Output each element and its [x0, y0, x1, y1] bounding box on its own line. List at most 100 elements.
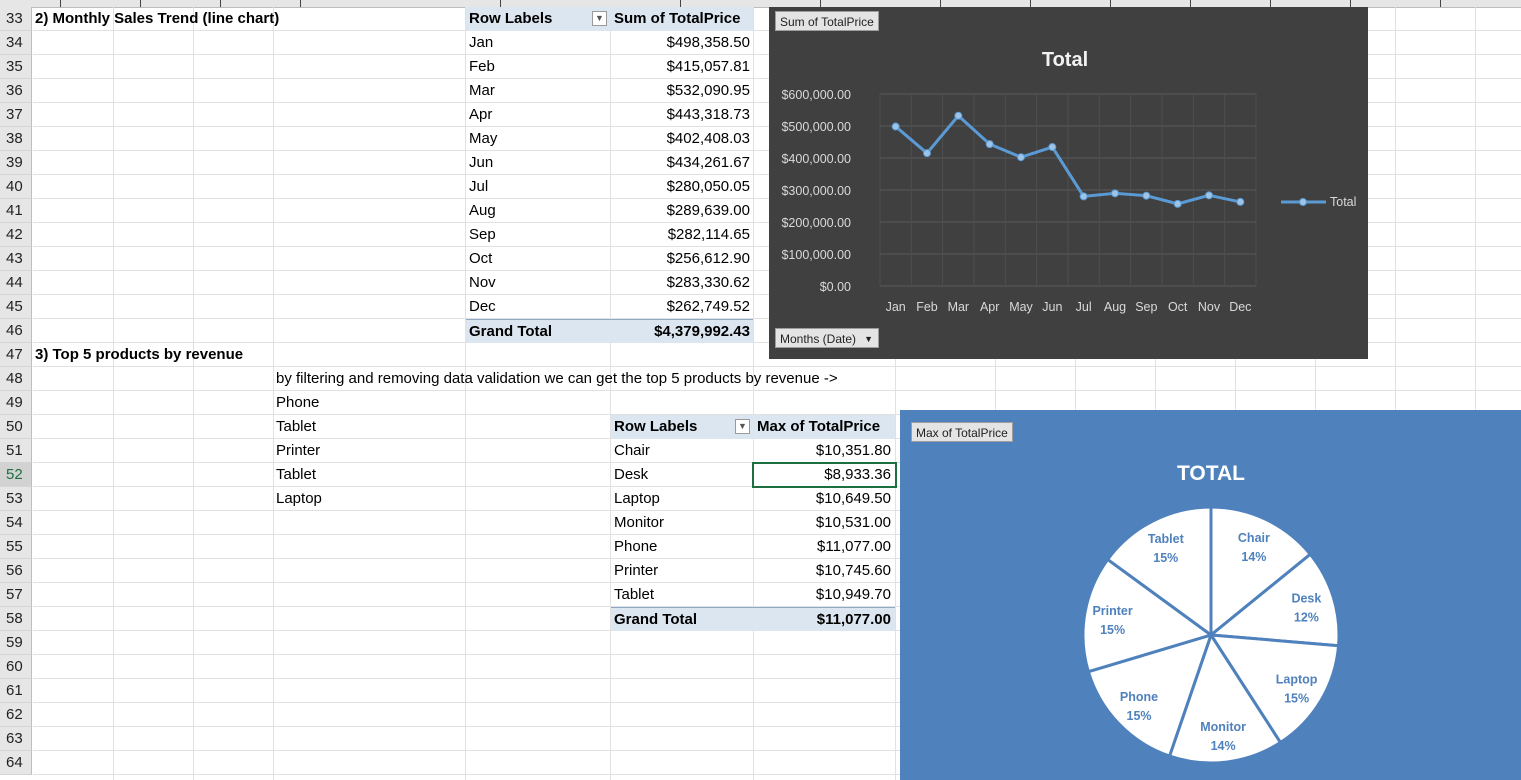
data-point[interactable]	[1236, 197, 1245, 206]
pivot2-row-label[interactable]: Desk	[611, 463, 754, 487]
data-point[interactable]	[923, 149, 931, 158]
x-tick-label: Aug	[1104, 300, 1126, 314]
pivot1-filter-button[interactable]: ▼	[592, 11, 607, 26]
pivot1-row-value[interactable]: $289,639.00	[611, 199, 753, 223]
pivot1-row-value[interactable]: $443,318.73	[611, 103, 753, 127]
pivot1-row-labels-header[interactable]: Row Labels	[466, 7, 611, 31]
row-header[interactable]: 63	[0, 727, 32, 751]
row-header[interactable]: 49	[0, 391, 32, 415]
pivot1-row-label[interactable]: Sep	[466, 223, 611, 247]
pivot2-row-value[interactable]: $10,531.00	[754, 511, 895, 535]
row-header[interactable]: 44	[0, 271, 32, 295]
row-header[interactable]: 48	[0, 367, 32, 391]
pivot2-row-value[interactable]: $11,077.00	[754, 535, 895, 559]
row-header[interactable]: 58	[0, 607, 32, 631]
data-point[interactable]	[1205, 191, 1213, 200]
pivot2-grand-total-value[interactable]: $11,077.00	[754, 607, 895, 631]
pivot1-row-label[interactable]: Jul	[466, 175, 611, 199]
pivot1-row-value[interactable]: $262,749.52	[611, 295, 753, 319]
row-header[interactable]: 50	[0, 415, 32, 439]
pivot1-row-label[interactable]: Jun	[466, 151, 611, 175]
row-header[interactable]: 42	[0, 223, 32, 247]
data-point[interactable]	[1048, 143, 1057, 152]
pivot2-row-label[interactable]: Tablet	[611, 583, 754, 607]
row-header[interactable]: 56	[0, 559, 32, 583]
data-point[interactable]	[985, 140, 994, 149]
pivot2-filter-button[interactable]: ▼	[735, 419, 750, 434]
pivot1-row-label[interactable]: Apr	[466, 103, 611, 127]
data-point[interactable]	[1142, 191, 1151, 200]
row-header[interactable]: 47	[0, 343, 32, 367]
pie-chart[interactable]: Max of TotalPrice TOTAL Chair 14% Desk 12% La…	[900, 410, 1521, 780]
pivot2-row-label[interactable]: Monitor	[611, 511, 754, 535]
pivot1-row-value[interactable]: $256,612.90	[611, 247, 753, 271]
pie-category-label: Chair	[1238, 531, 1270, 545]
pivot1-row-value[interactable]: $402,408.03	[611, 127, 753, 151]
row-header[interactable]: 45	[0, 295, 32, 319]
pivot1-grand-total-label[interactable]: Grand Total	[466, 319, 611, 343]
legend-label: Total	[1330, 195, 1356, 209]
pivot1-row-value[interactable]: $280,050.05	[611, 175, 753, 199]
data-point[interactable]	[1173, 199, 1182, 208]
row-header[interactable]: 35	[0, 55, 32, 79]
pivot1-row-label[interactable]: Jan	[466, 31, 611, 55]
pivot2-row-value[interactable]: $10,949.70	[754, 583, 895, 607]
data-point[interactable]	[954, 111, 963, 120]
data-point[interactable]	[1079, 192, 1088, 201]
row-header[interactable]: 34	[0, 31, 32, 55]
pivot2-row-value[interactable]: $10,649.50	[754, 487, 895, 511]
row-header[interactable]: 64	[0, 751, 32, 775]
row-header[interactable]: 54	[0, 511, 32, 535]
pivot2-value-header[interactable]: Max of TotalPrice	[754, 415, 895, 439]
pivot2-row-label[interactable]: Phone	[611, 535, 754, 559]
y-tick-label: $300,000.00	[781, 184, 851, 198]
row-header[interactable]: 52	[0, 463, 32, 487]
row-header[interactable]: 39	[0, 151, 32, 175]
row-header[interactable]: 59	[0, 631, 32, 655]
line-chart[interactable]: Sum of TotalPrice Months (Date) ▼ Total $…	[769, 7, 1368, 359]
pivot2-row-label[interactable]: Printer	[611, 559, 754, 583]
pivot2-row-label[interactable]: Chair	[611, 439, 754, 463]
active-cell-selection[interactable]	[752, 462, 897, 488]
row-header[interactable]: 40	[0, 175, 32, 199]
pivot1-row-value[interactable]: $415,057.81	[611, 55, 753, 79]
row-header[interactable]: 38	[0, 127, 32, 151]
row-header[interactable]: 61	[0, 679, 32, 703]
row-header[interactable]: 60	[0, 655, 32, 679]
row-header[interactable]: 43	[0, 247, 32, 271]
pivot2-row-value[interactable]: $10,351.80	[754, 439, 895, 463]
row-header[interactable]: 36	[0, 79, 32, 103]
column-divider	[300, 0, 301, 7]
pivot2-row-label[interactable]: Laptop	[611, 487, 754, 511]
row-header[interactable]: 62	[0, 703, 32, 727]
row-header[interactable]: 37	[0, 103, 32, 127]
data-point[interactable]	[891, 122, 900, 131]
pivot1-value-header[interactable]: Sum of TotalPrice	[611, 7, 753, 31]
row-header[interactable]: 33	[0, 7, 32, 31]
pivot1-grand-total-value[interactable]: $4,379,992.43	[611, 319, 753, 343]
row-header[interactable]: 46	[0, 319, 32, 343]
pivot1-row-label[interactable]: Nov	[466, 271, 611, 295]
top5-item: Phone	[276, 394, 320, 411]
pivot1-row-value[interactable]: $283,330.62	[611, 271, 753, 295]
pivot1-row-label[interactable]: Dec	[466, 295, 611, 319]
data-point[interactable]	[1111, 189, 1119, 198]
pivot1-row-label[interactable]: Mar	[466, 79, 611, 103]
row-header[interactable]: 55	[0, 535, 32, 559]
row-header[interactable]: 41	[0, 199, 32, 223]
row-header[interactable]: 51	[0, 439, 32, 463]
pivot2-row-labels-header[interactable]: Row Labels	[611, 415, 754, 439]
pivot2-row-value[interactable]: $10,745.60	[754, 559, 895, 583]
data-point[interactable]	[1017, 153, 1025, 162]
pivot1-row-label[interactable]: Feb	[466, 55, 611, 79]
pivot1-row-value[interactable]: $282,114.65	[611, 223, 753, 247]
pivot1-row-label[interactable]: Oct	[466, 247, 611, 271]
pivot2-grand-total-label[interactable]: Grand Total	[611, 607, 754, 631]
pivot1-row-label[interactable]: Aug	[466, 199, 611, 223]
pivot1-row-value[interactable]: $498,358.50	[611, 31, 753, 55]
row-header[interactable]: 57	[0, 583, 32, 607]
pivot1-row-value[interactable]: $532,090.95	[611, 79, 753, 103]
pivot1-row-value[interactable]: $434,261.67	[611, 151, 753, 175]
pivot1-row-label[interactable]: May	[466, 127, 611, 151]
row-header[interactable]: 53	[0, 487, 32, 511]
